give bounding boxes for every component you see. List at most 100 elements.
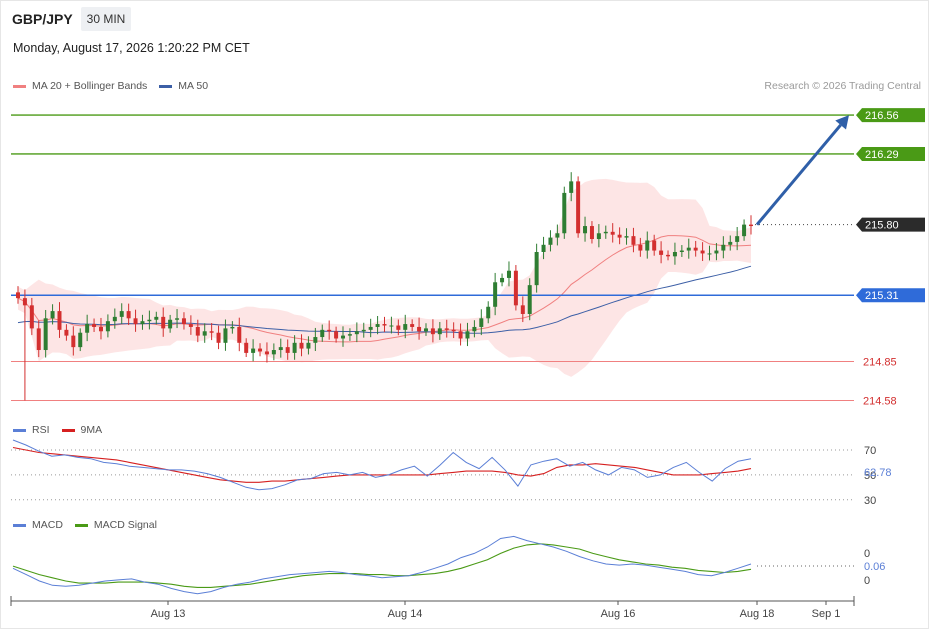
candle-body — [209, 331, 214, 333]
candle-body — [112, 316, 117, 322]
candle-body — [216, 332, 221, 343]
candle-body — [175, 318, 180, 320]
candle-body — [423, 328, 428, 332]
candle-body — [285, 347, 290, 353]
macd-tick-top: 0 — [864, 548, 870, 560]
candle-body — [742, 224, 747, 237]
candle-body — [693, 247, 698, 251]
candle-body — [251, 348, 256, 353]
candle-body — [596, 233, 601, 240]
candle-body — [368, 326, 373, 330]
candle-body — [721, 244, 726, 251]
candle-body — [410, 324, 415, 327]
candle-body — [472, 326, 477, 332]
candle-body — [555, 233, 560, 238]
candle-body — [617, 234, 622, 238]
level-label-resistance: 216.29 — [865, 149, 899, 161]
candle-body — [133, 318, 138, 325]
candle-body — [195, 326, 200, 336]
candle-body — [451, 329, 456, 332]
candle-body — [686, 247, 691, 251]
candle-body — [64, 329, 69, 336]
candle-body — [666, 254, 671, 257]
candle-body — [85, 324, 90, 333]
candle-body — [78, 332, 83, 348]
rsi-tick-70: 70 — [864, 445, 876, 457]
candle-body — [430, 328, 435, 335]
candle-body — [334, 331, 339, 339]
price-chart: 216.56216.29215.80215.31214.85214.587050… — [10, 108, 925, 620]
x-tick-label: Sep 1 — [812, 608, 841, 620]
candle-body — [292, 342, 297, 353]
candle-body — [403, 324, 408, 330]
candle-body — [672, 252, 677, 257]
candle-body — [161, 316, 166, 329]
candle-body — [652, 240, 657, 251]
candle-body — [444, 328, 449, 330]
candle-body — [382, 324, 387, 326]
x-tick-label: Aug 14 — [388, 608, 423, 620]
candle-body — [631, 236, 636, 245]
level-label-support: 214.58 — [863, 395, 897, 407]
candle-body — [583, 226, 588, 234]
candle-body — [500, 277, 505, 283]
candle-body — [361, 329, 366, 332]
candle-body — [603, 231, 608, 234]
candle-body — [638, 244, 643, 251]
candle-body — [679, 250, 684, 252]
level-label-pivot: 215.31 — [865, 290, 899, 302]
candle-body — [147, 319, 152, 322]
candle-body — [29, 305, 34, 329]
candle-body — [278, 347, 283, 351]
candle-body — [728, 241, 733, 245]
candle-body — [354, 331, 359, 335]
candle-body — [16, 292, 20, 299]
level-label-resistance: 216.56 — [865, 110, 899, 122]
candle-body — [589, 226, 594, 240]
candle-body — [223, 328, 228, 343]
candle-body — [714, 250, 719, 254]
candle-body — [43, 318, 48, 351]
candle-body — [320, 329, 325, 338]
candle-body — [306, 342, 311, 349]
candle-body — [92, 324, 97, 327]
candle-body — [659, 250, 664, 255]
candle-body — [119, 311, 124, 317]
candle-body — [541, 244, 546, 252]
candle-body — [188, 324, 193, 327]
candle-body — [71, 335, 76, 348]
level-label-last: 215.80 — [865, 220, 899, 232]
candle-body — [347, 334, 352, 336]
candle-body — [126, 311, 131, 319]
x-tick-label: Aug 16 — [601, 608, 636, 620]
candle-body — [479, 318, 484, 327]
candle-body — [230, 326, 235, 329]
rsi-tick-30: 30 — [864, 495, 876, 507]
candle-body — [735, 236, 740, 242]
rsi-line — [12, 439, 752, 491]
rsi-current-label: 62.78 — [864, 467, 892, 479]
x-tick-label: Aug 18 — [740, 608, 775, 620]
candle-body — [140, 321, 145, 325]
candle-body — [237, 326, 242, 343]
macd-current-label: 0.06 — [864, 561, 885, 573]
macd-signal-line — [12, 543, 752, 588]
candle-body — [341, 335, 346, 339]
candle-body — [396, 325, 401, 330]
candle-body — [313, 337, 318, 343]
candle-body — [562, 192, 567, 234]
candle-body — [181, 318, 186, 325]
candle-body — [375, 324, 380, 327]
candle-body — [707, 253, 712, 255]
candle-body — [513, 270, 518, 306]
candle-body — [520, 305, 525, 314]
level-label-support: 214.85 — [863, 357, 897, 369]
candle-body — [465, 331, 470, 339]
candle-body — [50, 311, 55, 319]
candle-body — [437, 328, 442, 335]
candle-body — [168, 319, 173, 329]
x-tick-label: Aug 13 — [151, 608, 186, 620]
candle-body — [244, 342, 249, 353]
candle-body — [98, 326, 103, 332]
candle-body — [57, 311, 62, 330]
